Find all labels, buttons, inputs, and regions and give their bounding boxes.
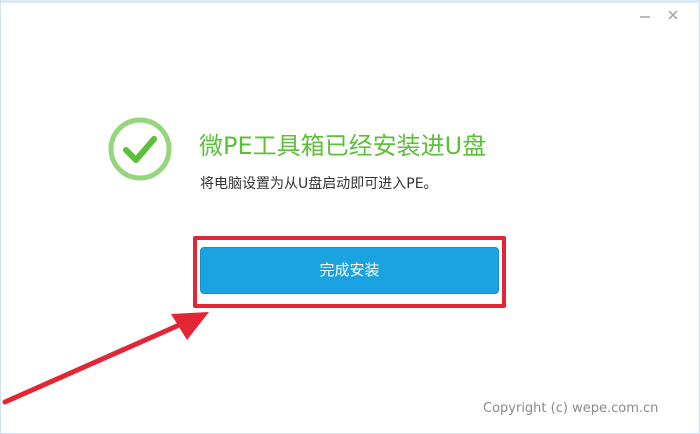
installer-window: 微PE工具箱已经安装进U盘 将电脑设置为从U盘启动即可进入PE。 完成安装 Co… [0, 0, 700, 434]
title-bar-accent [1, 0, 700, 3]
check-circle-icon [108, 117, 172, 181]
minimize-icon [640, 16, 650, 18]
success-subline: 将电脑设置为从U盘启动即可进入PE。 [200, 176, 438, 192]
annotation-arrow-icon [2, 312, 209, 405]
success-headline: 微PE工具箱已经安装进U盘 [199, 132, 487, 160]
minimize-button[interactable] [633, 4, 657, 26]
finish-install-button[interactable]: 完成安装 [200, 247, 499, 294]
close-icon [668, 10, 678, 20]
copyright-text: Copyright (c) wepe.com.cn [483, 401, 659, 416]
close-button[interactable] [661, 4, 685, 26]
